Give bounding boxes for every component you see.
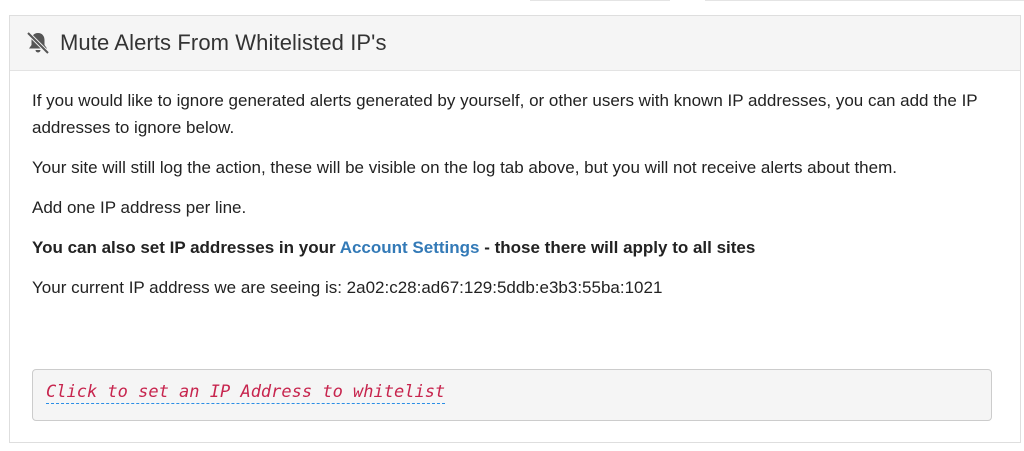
panel-heading: Mute Alerts From Whitelisted IP's [10, 16, 1020, 71]
intro-paragraph: If you would like to ignore generated al… [32, 91, 978, 137]
account-settings-link[interactable]: Account Settings [340, 238, 480, 257]
instruction-paragraph: Add one IP address per line. [32, 198, 247, 217]
current-ip-text: Your current IP address we are seeing is… [32, 278, 663, 297]
panel-body: If you would like to ignore generated al… [10, 71, 1020, 301]
log-note-paragraph: Your site will still log the action, the… [32, 158, 897, 177]
tab-divider [530, 0, 670, 1]
account-settings-suffix: - those there will apply to all sites [479, 238, 756, 257]
top-tab-strip [0, 0, 1024, 6]
account-settings-paragraph: You can also set IP addresses in your Ac… [32, 234, 998, 261]
account-settings-prefix: You can also set IP addresses in your [32, 238, 340, 257]
mute-alerts-panel: Mute Alerts From Whitelisted IP's If you… [9, 15, 1021, 443]
tab-divider [705, 0, 1024, 1]
ip-whitelist-placeholder[interactable]: Click to set an IP Address to whitelist [46, 382, 446, 404]
panel-title: Mute Alerts From Whitelisted IP's [60, 30, 387, 55]
ip-whitelist-editable[interactable]: Click to set an IP Address to whitelist [32, 369, 992, 421]
bell-slash-icon [24, 29, 52, 57]
